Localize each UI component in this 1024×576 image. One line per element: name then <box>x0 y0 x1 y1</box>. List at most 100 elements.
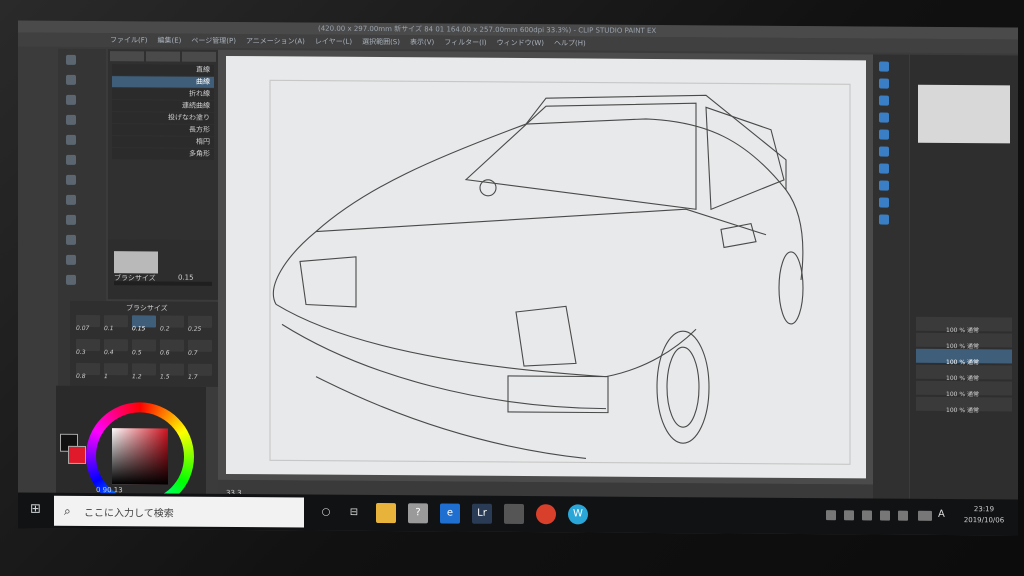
brush-preview <box>114 251 158 274</box>
pencil-tool-icon[interactable] <box>66 174 76 185</box>
panel-icon[interactable] <box>879 163 889 174</box>
figure-tool-icon[interactable] <box>66 254 76 265</box>
fill-tool-icon[interactable] <box>66 234 76 245</box>
move-tool-icon[interactable] <box>66 94 76 105</box>
hand-tool-icon[interactable] <box>66 54 76 65</box>
subtool-item[interactable]: 直線 <box>112 64 214 76</box>
brush-size-preset[interactable]: 0.4 <box>104 339 128 356</box>
cortana-icon[interactable]: ⊟ <box>344 503 364 523</box>
edge-icon[interactable]: e <box>440 503 460 524</box>
menu-filter[interactable]: フィルター(I) <box>444 35 486 49</box>
brush-size-preset[interactable]: 0.07 <box>76 314 100 332</box>
chrome-icon[interactable] <box>536 504 556 525</box>
menu-layer[interactable]: レイヤー(L) <box>315 35 352 49</box>
clock-time: 23:19 <box>973 505 995 514</box>
right-headlight <box>515 305 577 367</box>
brush-size-preset[interactable]: 0.3 <box>76 338 100 356</box>
tray-network-icon[interactable] <box>880 510 890 521</box>
windshield <box>464 102 697 210</box>
subtool-item[interactable]: 折れ線 <box>112 88 214 100</box>
menu-selection[interactable]: 選択範囲(S) <box>362 35 400 49</box>
eyedropper-tool-icon[interactable] <box>66 134 76 145</box>
brush-size-preset[interactable]: 0.8 <box>76 362 100 380</box>
brush-size-preset[interactable]: 0.5 <box>132 339 156 356</box>
panel-icon[interactable] <box>879 78 889 89</box>
canvas-paper[interactable] <box>226 55 866 479</box>
subtool-item[interactable]: 多角形 <box>112 148 214 160</box>
lightroom-icon[interactable]: Lr <box>472 503 492 524</box>
brush-size-preset[interactable]: 1.2 <box>132 363 156 380</box>
camera-icon[interactable] <box>504 503 524 525</box>
subtool-item[interactable]: 楕円 <box>112 136 214 148</box>
subtool-item[interactable]: 連続曲線 <box>112 100 214 112</box>
subtool-tab[interactable] <box>110 51 144 62</box>
tray-chevron-icon[interactable] <box>826 510 836 521</box>
panel-icon[interactable] <box>879 112 889 123</box>
tray-keyboard-icon[interactable] <box>918 510 932 521</box>
pen-tool-icon[interactable] <box>66 154 76 165</box>
line-drawing-car <box>269 79 851 465</box>
menu-edit[interactable]: 編集(E) <box>158 33 182 47</box>
brush-size-preset[interactable]: 0.6 <box>160 339 184 357</box>
bumper-lower <box>281 323 607 410</box>
saturation-value-square[interactable] <box>112 428 168 485</box>
layer-row-selected[interactable]: 100 % 通常 <box>916 348 1012 366</box>
brush-tool-icon[interactable] <box>66 194 76 205</box>
text-tool-icon[interactable] <box>66 274 76 285</box>
clip-studio-icon[interactable]: ? <box>408 503 428 524</box>
subtool-tabs <box>108 49 218 64</box>
tray-bluetooth-icon[interactable] <box>862 510 872 521</box>
brush-size-preset[interactable]: 0.1 <box>104 315 128 332</box>
subtool-item[interactable]: 長方形 <box>112 124 214 136</box>
brush-size-preset-selected[interactable]: 0.15 <box>132 315 156 332</box>
panel-icon[interactable] <box>879 214 889 225</box>
select-tool-icon[interactable] <box>66 114 76 125</box>
layer-row[interactable]: 100 % 通常 <box>916 380 1012 398</box>
subtool-item-selected[interactable]: 曲線 <box>112 76 214 88</box>
panel-icon[interactable] <box>879 61 889 72</box>
panel-icon[interactable] <box>879 197 889 208</box>
tray-battery-icon[interactable] <box>844 510 854 521</box>
background-color-swatch[interactable] <box>68 445 86 464</box>
menu-file[interactable]: ファイル(F) <box>110 33 148 47</box>
menu-view[interactable]: 表示(V) <box>410 35 434 49</box>
navigator-preview[interactable] <box>918 84 1010 144</box>
panel-icon[interactable] <box>879 95 889 106</box>
layer-row[interactable]: 100 % 通常 <box>916 332 1012 350</box>
explorer-icon[interactable] <box>376 503 396 524</box>
app-w-icon[interactable]: W <box>568 504 588 525</box>
brush-size-preset[interactable]: 1.5 <box>160 363 184 381</box>
front-bumper <box>275 303 697 378</box>
zoom-tool-icon[interactable] <box>66 74 76 85</box>
panel-icon[interactable] <box>879 146 889 157</box>
menu-window[interactable]: ウィンドウ(W) <box>497 36 544 50</box>
task-view-icon[interactable]: ○ <box>316 503 336 523</box>
layer-row[interactable]: 100 % 通常 <box>916 316 1012 334</box>
menu-help[interactable]: ヘルプ(H) <box>554 36 586 50</box>
tray-volume-icon[interactable] <box>898 510 908 521</box>
brush-size-preset[interactable]: 0.7 <box>188 339 212 357</box>
screen: (420.00 x 297.00mm 新サイズ 84 01 164.00 x 2… <box>18 20 1018 536</box>
windows-start-icon[interactable]: ⊞ <box>30 502 44 517</box>
brush-size-preset[interactable]: 1.7 <box>188 363 212 381</box>
taskbar-clock[interactable]: 23:19 2019/10/06 <box>954 504 1014 526</box>
menu-page[interactable]: ページ管理(P) <box>191 34 236 48</box>
subtool-item[interactable]: 投げなわ塗り <box>112 112 214 124</box>
subtool-tab[interactable] <box>182 51 216 62</box>
layer-row[interactable]: 100 % 通常 <box>916 396 1012 414</box>
canvas-area[interactable] <box>218 49 873 485</box>
brush-size-preset[interactable]: 1 <box>104 363 128 380</box>
panel-icon[interactable] <box>879 129 889 140</box>
hood-line <box>315 208 767 236</box>
ime-indicator[interactable]: A <box>938 509 945 520</box>
menu-animation[interactable]: アニメーション(A) <box>246 34 305 48</box>
eraser-tool-icon[interactable] <box>66 214 76 225</box>
subtool-tab[interactable] <box>146 51 180 62</box>
layer-row[interactable]: 100 % 通常 <box>916 364 1012 382</box>
brush-size-preset[interactable]: 0.25 <box>188 315 212 333</box>
side-window <box>705 106 785 211</box>
taskbar-search-box[interactable]: ⌕ ここに入力して検索 <box>54 495 304 528</box>
panel-icon[interactable] <box>879 180 889 191</box>
brush-size-preset[interactable]: 0.2 <box>160 315 184 333</box>
brush-size-slider[interactable] <box>114 281 212 286</box>
